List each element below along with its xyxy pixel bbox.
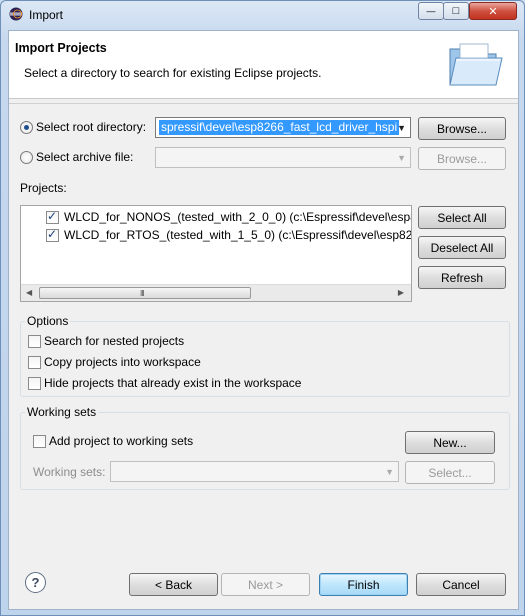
nested-projects-label: Search for nested projects: [44, 334, 185, 348]
nested-projects-checkbox[interactable]: [28, 335, 41, 348]
scroll-grip-icon: III: [140, 289, 145, 298]
close-icon: ✕: [488, 5, 498, 18]
cancel-button[interactable]: Cancel: [416, 573, 506, 596]
project-checkbox[interactable]: [46, 227, 59, 242]
minimize-button[interactable]: —: [418, 2, 444, 20]
archive-file-label: Select archive file:: [36, 150, 134, 164]
scroll-left-icon[interactable]: ◀: [26, 288, 32, 297]
folder-wizard-icon: [449, 43, 503, 86]
back-button[interactable]: < Back: [129, 573, 218, 596]
project-name: WLCD_for_NONOS_(tested_with_2_0_0) (c:\E…: [64, 210, 411, 224]
page-description: Select a directory to search for existin…: [24, 66, 322, 80]
select-working-sets-label: Select...: [428, 465, 472, 480]
archive-file-combo[interactable]: ▼: [155, 147, 411, 168]
root-directory-combo[interactable]: spressif\devel\esp8266_fast_lcd_driver_h…: [155, 117, 411, 138]
dropdown-arrow-icon[interactable]: ▼: [397, 123, 406, 133]
scroll-right-icon[interactable]: ▶: [398, 288, 404, 297]
deselect-all-button[interactable]: Deselect All: [418, 236, 506, 259]
hide-projects-checkbox[interactable]: [28, 377, 41, 390]
eclipse-icon: [9, 7, 23, 21]
help-icon[interactable]: ?: [25, 572, 46, 593]
import-dialog-window: Import — □ ✕ Import Projects Select a di…: [0, 0, 525, 616]
list-item[interactable]: WLCD_for_NONOS_(tested_with_2_0_0) (c:\E…: [21, 209, 411, 227]
browse-archive-label: Browse...: [436, 151, 487, 166]
new-working-set-label: New...: [433, 435, 467, 450]
page-title: Import Projects: [15, 41, 107, 55]
banner-separator: [9, 103, 518, 104]
title-bar[interactable]: Import — □ ✕: [1, 1, 524, 29]
copy-projects-checkbox[interactable]: [28, 356, 41, 369]
select-all-label: Select All: [437, 210, 487, 225]
working-sets-label: Working sets:: [33, 465, 106, 479]
dropdown-arrow-icon[interactable]: ▼: [397, 153, 406, 163]
browse-root-label: Browse...: [436, 121, 487, 136]
root-directory-label: Select root directory:: [36, 120, 147, 134]
minimize-icon: —: [426, 6, 436, 16]
close-button[interactable]: ✕: [469, 2, 517, 20]
list-item[interactable]: WLCD_for_RTOS_(tested_with_1_5_0) (c:\Es…: [21, 227, 411, 245]
window-title: Import: [29, 8, 64, 22]
select-working-sets-button[interactable]: Select...: [405, 461, 495, 484]
horizontal-scrollbar[interactable]: ◀ III ▶: [21, 284, 411, 301]
cancel-label: Cancel: [442, 577, 480, 592]
hide-projects-label: Hide projects that already exist in the …: [44, 376, 302, 390]
project-checkbox[interactable]: [46, 209, 59, 224]
refresh-button[interactable]: Refresh: [418, 266, 506, 289]
next-button[interactable]: Next >: [221, 573, 310, 596]
dropdown-arrow-icon[interactable]: ▼: [385, 467, 394, 477]
add-to-working-sets-label: Add project to working sets: [49, 434, 194, 448]
next-label: Next >: [247, 577, 283, 592]
add-to-working-sets-checkbox[interactable]: [33, 435, 46, 448]
header-banner: Import Projects Select a directory to se…: [9, 31, 518, 99]
finish-button[interactable]: Finish: [319, 573, 408, 596]
new-working-set-button[interactable]: New...: [405, 431, 495, 454]
browse-archive-button[interactable]: Browse...: [418, 147, 506, 170]
maximize-button[interactable]: □: [443, 2, 469, 20]
browse-root-button[interactable]: Browse...: [418, 117, 506, 140]
back-label: < Back: [154, 577, 193, 592]
maximize-icon: □: [452, 5, 460, 17]
select-all-button[interactable]: Select All: [418, 206, 506, 229]
dialog-body: Import Projects Select a directory to se…: [8, 30, 519, 610]
working-sets-title: Working sets: [25, 405, 99, 419]
root-directory-value: spressif\devel\esp8266_fast_lcd_driver_h…: [159, 120, 400, 135]
copy-projects-label: Copy projects into workspace: [44, 355, 201, 369]
archive-file-radio[interactable]: [20, 151, 33, 164]
options-title: Options: [25, 314, 71, 328]
projects-list[interactable]: WLCD_for_NONOS_(tested_with_2_0_0) (c:\E…: [20, 205, 412, 302]
refresh-label: Refresh: [440, 270, 484, 285]
root-directory-radio[interactable]: [20, 121, 33, 134]
deselect-all-label: Deselect All: [430, 240, 494, 255]
projects-label: Projects:: [20, 181, 67, 195]
working-sets-combo[interactable]: ▼: [110, 461, 399, 482]
project-name: WLCD_for_RTOS_(tested_with_1_5_0) (c:\Es…: [64, 228, 412, 242]
finish-label: Finish: [347, 577, 380, 592]
scroll-thumb[interactable]: III: [39, 287, 251, 299]
